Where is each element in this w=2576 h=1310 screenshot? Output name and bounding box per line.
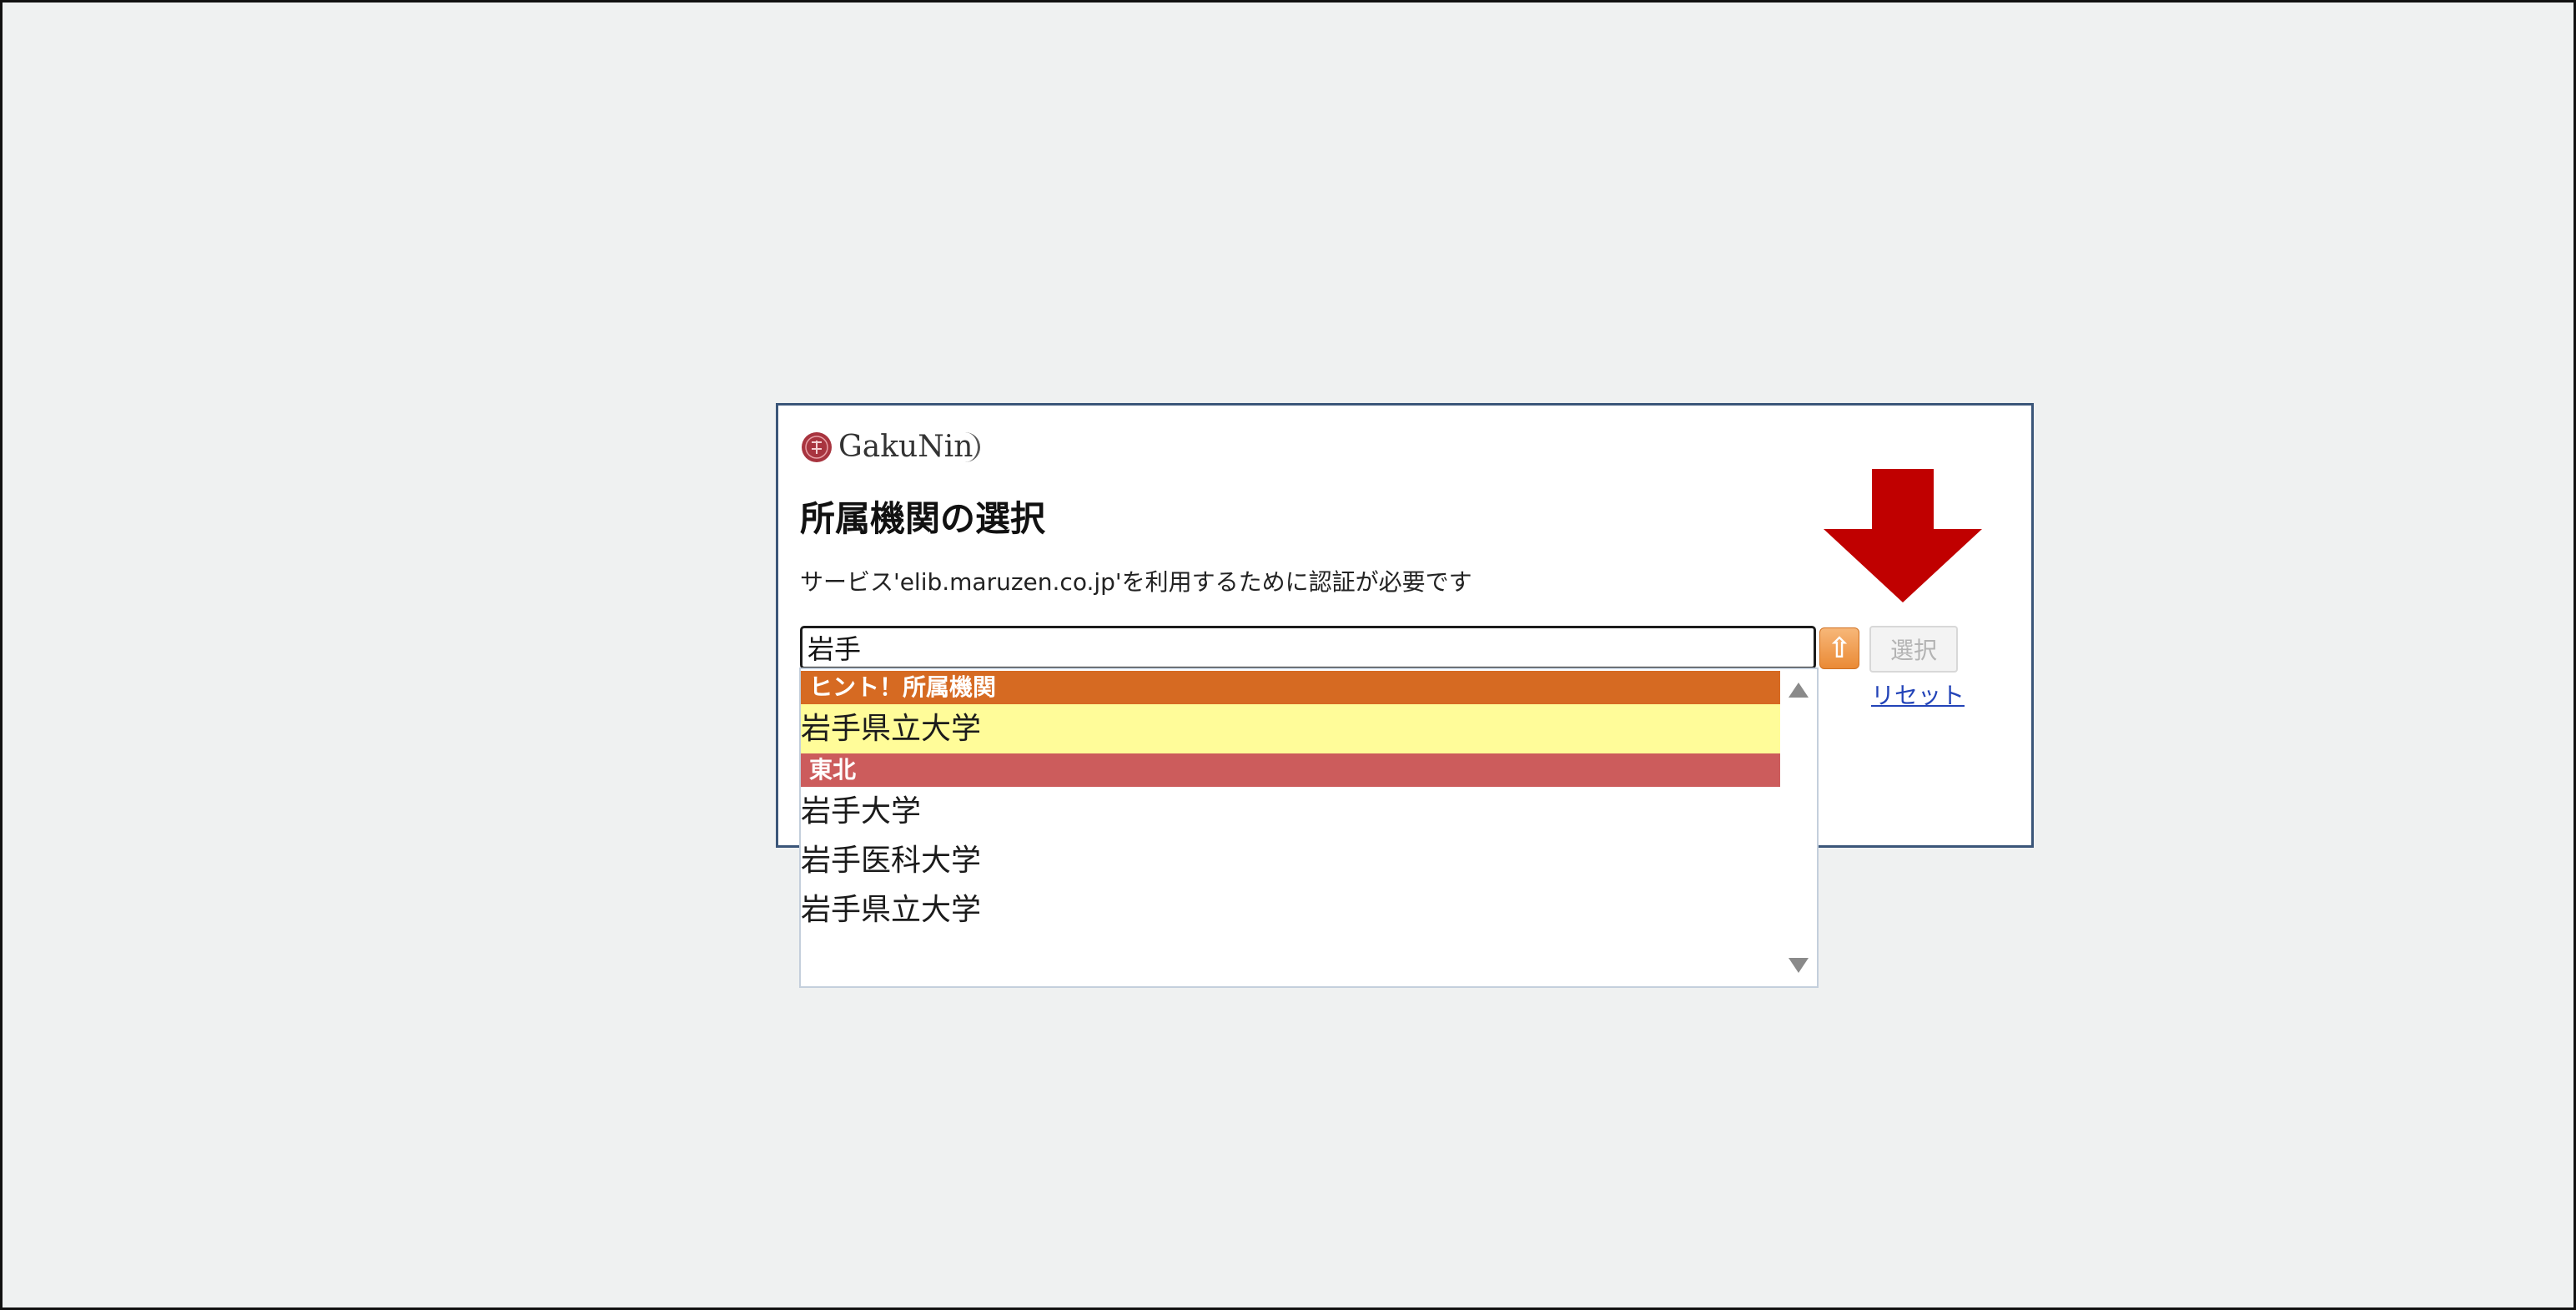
reset-link[interactable]: リセット	[1871, 678, 1965, 711]
region-group-header: 東北	[801, 753, 1780, 787]
hint-group-header: ヒント！所属機関	[801, 671, 1780, 704]
red-down-arrow-icon	[1824, 469, 1982, 602]
institution-item[interactable]: 岩手大学	[801, 787, 1780, 836]
institution-item[interactable]: 岩手県立大学	[801, 885, 1780, 935]
gakunin-logo: GakuNin	[800, 429, 981, 466]
institution-dropdown[interactable]: ヒント！所属機関 岩手県立大学 東北 岩手大学 岩手医科大学 岩手県立大学	[799, 668, 1819, 988]
page-title: 所属機関の選択	[800, 498, 1046, 539]
institution-search-input[interactable]	[800, 626, 1816, 669]
scroll-down-icon[interactable]	[1789, 958, 1809, 973]
institution-item[interactable]: 岩手医科大学	[801, 836, 1780, 885]
gakunin-seal-icon	[802, 432, 832, 462]
select-button[interactable]: 選択	[1869, 626, 1958, 673]
logo-text: GakuNin	[838, 432, 981, 462]
dropdown-scrollbar[interactable]	[1780, 669, 1817, 986]
dropdown-toggle-button[interactable]: ⇧	[1819, 627, 1859, 669]
service-description: サービス'elib.maruzen.co.jp'を利用するために認証が必要です	[800, 568, 1472, 596]
scroll-up-icon[interactable]	[1789, 683, 1809, 698]
dropdown-list: ヒント！所属機関 岩手県立大学 東北 岩手大学 岩手医科大学 岩手県立大学	[801, 671, 1780, 935]
orange-up-arrow-icon: ⇧	[1827, 632, 1852, 665]
hint-item[interactable]: 岩手県立大学	[801, 704, 1780, 753]
